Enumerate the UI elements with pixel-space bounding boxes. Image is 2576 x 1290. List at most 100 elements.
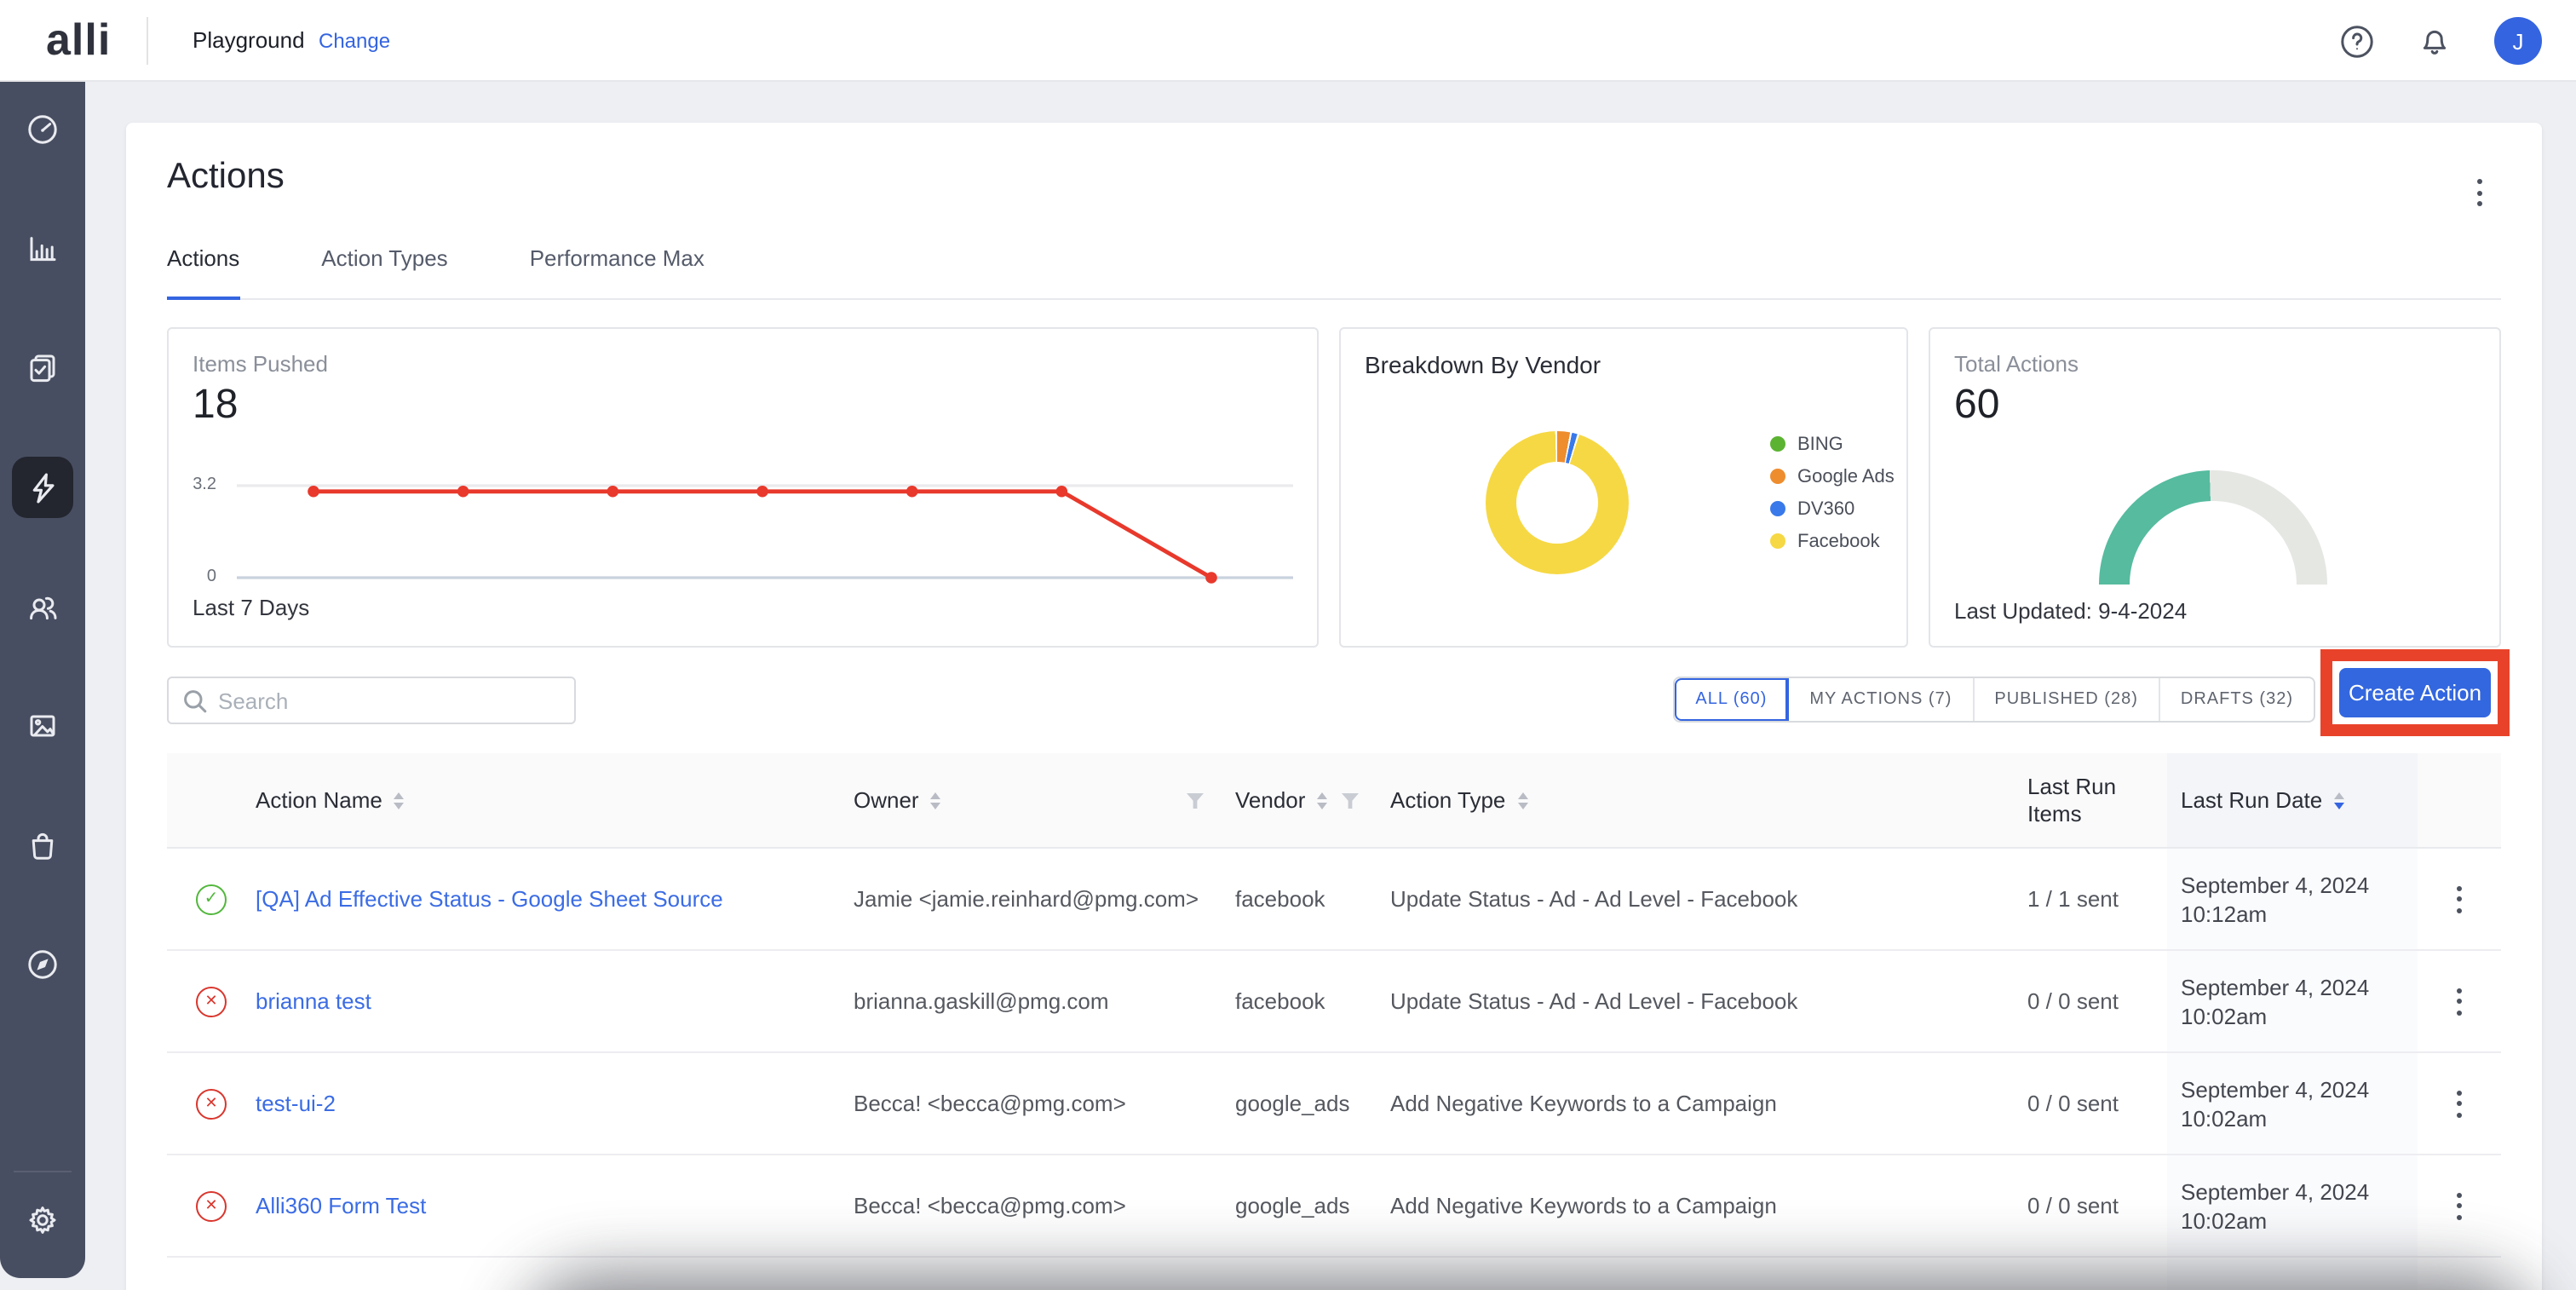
legend-item-bing: BING: [1770, 435, 1895, 453]
vendor-cell: google_ads: [1225, 1053, 1380, 1154]
vendor-legend: BING Google Ads DV360 Facebook: [1770, 435, 1895, 550]
search-input[interactable]: [218, 688, 542, 713]
error-status-icon: ✕: [196, 1088, 227, 1119]
sidebar-item-media[interactable]: [12, 695, 73, 757]
vendor-breakdown-card: Breakdown By Vendor BING Google Ads: [1339, 327, 1908, 648]
column-action-name[interactable]: Action Name: [256, 753, 843, 847]
help-icon[interactable]: [2337, 22, 2375, 60]
items-pushed-line-chart: [179, 458, 1303, 605]
tab-performance-max[interactable]: Performance Max: [530, 245, 704, 298]
items-pushed-label: Items Pushed: [193, 351, 328, 377]
search-icon: [182, 688, 208, 713]
sort-icon[interactable]: [1517, 792, 1527, 809]
table-body: ✓ [QA] Ad Effective Status - Google Shee…: [167, 849, 2501, 1290]
audiences-users-icon: [26, 590, 60, 624]
dv360-legend-dot: [1770, 501, 1785, 516]
filter-drafts[interactable]: DRAFTS (32): [2160, 678, 2314, 721]
marketplace-bag-icon: [26, 828, 60, 862]
column-action-type[interactable]: Action Type: [1380, 753, 2022, 847]
total-actions-footer: Last Updated: 9-4-2024: [1954, 598, 2187, 624]
last-run-items-cell: 1 / 1 sent: [2022, 849, 2167, 949]
tab-bar: Actions Action Types Performance Max: [167, 245, 2501, 300]
column-owner[interactable]: Owner: [843, 753, 1225, 847]
legend-item-facebook: Facebook: [1770, 532, 1895, 550]
filter-published[interactable]: PUBLISHED (28): [1974, 678, 2160, 721]
sidebar-item-explore[interactable]: [12, 934, 73, 995]
error-status-icon: ✕: [196, 1190, 227, 1221]
google-ads-legend-dot: [1770, 469, 1785, 484]
page-menu-kebab-icon[interactable]: [2464, 174, 2494, 211]
last-run-date-cell: September 4, 202410:12am: [2167, 849, 2418, 949]
action-name-link[interactable]: [QA] Ad Effective Status - Google Sheet …: [256, 886, 723, 912]
table-header-row: Action Name Owner Vendor: [167, 753, 2501, 849]
vendor-breakdown-title: Breakdown By Vendor: [1365, 351, 1601, 378]
vendor-cell: google_ads: [1225, 1155, 1380, 1256]
sort-icon-active-desc[interactable]: [2334, 792, 2344, 809]
sidebar-item-marketplace[interactable]: [12, 815, 73, 876]
tab-actions[interactable]: Actions: [167, 245, 239, 298]
row-menu-kebab-icon[interactable]: [2444, 880, 2475, 918]
search-box[interactable]: [167, 677, 576, 724]
owner-cell: Becca! <becca@pmg.com>: [843, 1155, 1225, 1256]
owner-cell: brianna.gaskill@pmg.com: [843, 951, 1225, 1051]
create-action-button[interactable]: Create Action: [2339, 668, 2491, 717]
row-menu-kebab-icon[interactable]: [2444, 1085, 2475, 1122]
action-type-cell: Update Status - Ad - Ad Level - Facebook: [1380, 951, 2022, 1051]
sidebar-item-settings[interactable]: [12, 1189, 73, 1251]
tab-action-types[interactable]: Action Types: [321, 245, 447, 298]
column-last-run-date[interactable]: Last Run Date: [2167, 753, 2418, 847]
filter-funnel-icon[interactable]: [1186, 792, 1205, 809]
last-run-date-cell: September 4, 202410:02am: [2167, 1053, 2418, 1154]
settings-gear-icon: [26, 1203, 60, 1237]
last-run-items-cell: 0 / 0 sent: [2022, 951, 2167, 1051]
main-content: Actions Actions Action Types Performance…: [85, 82, 2576, 1290]
sidebar-item-audiences[interactable]: [12, 576, 73, 637]
header-divider: [147, 17, 148, 65]
sidebar-item-tasks[interactable]: [12, 337, 73, 399]
action-name-link[interactable]: Alli360 Form Test: [256, 1193, 426, 1218]
stats-row: Items Pushed 18 3.2 0 Last 7 Days Breakd…: [167, 327, 2501, 648]
bing-legend-dot: [1770, 436, 1785, 452]
lightning-bolt-icon: [25, 469, 60, 505]
items-pushed-card: Items Pushed 18 3.2 0 Last 7 Days: [167, 327, 1319, 648]
column-last-run-items: Last Run Items: [2022, 753, 2167, 847]
table-row: ✕ test-ui-2 Becca! <becca@pmg.com> googl…: [167, 1053, 2501, 1155]
action-type-cell: Update Status - Ad - Ad Level - Facebook: [1380, 849, 2022, 949]
last-run-date-cell: September 4, 202410:02am: [2167, 951, 2418, 1051]
total-actions-gauge-chart: [2099, 470, 2327, 585]
legend-item-dv360: DV360: [1770, 499, 1895, 518]
row-menu-kebab-icon[interactable]: [2444, 1187, 2475, 1224]
sort-icon[interactable]: [1317, 792, 1327, 809]
vendor-donut-chart: [1486, 431, 1629, 574]
table-row: ✕ brianna test brianna.gaskill@pmg.com f…: [167, 951, 2501, 1053]
filter-funnel-icon[interactable]: [1341, 792, 1360, 809]
row-menu-kebab-icon[interactable]: [2444, 982, 2475, 1020]
app-window: alli Playground Change J: [0, 0, 2576, 1290]
user-avatar[interactable]: J: [2494, 17, 2542, 65]
total-actions-label: Total Actions: [1954, 351, 2079, 377]
sort-icon[interactable]: [394, 792, 405, 809]
sidebar-item-actions[interactable]: [12, 457, 73, 518]
action-name-link[interactable]: brianna test: [256, 988, 371, 1014]
notifications-bell-icon[interactable]: [2416, 22, 2453, 60]
sort-icon[interactable]: [931, 792, 941, 809]
sidebar-item-dashboard[interactable]: [12, 99, 73, 160]
filter-all[interactable]: ALL (60): [1675, 678, 1789, 721]
total-actions-value: 60: [1954, 382, 1999, 429]
facebook-legend-dot: [1770, 533, 1785, 549]
table-row: ✓ [QA] Ad Effective Status - Google Shee…: [167, 849, 2501, 951]
table-toolbar: ALL (60) MY ACTIONS (7) PUBLISHED (28) D…: [167, 668, 2501, 753]
top-bar: alli Playground Change J: [0, 0, 2576, 82]
change-workspace-link[interactable]: Change: [319, 29, 390, 53]
page-title: Actions: [167, 157, 285, 198]
filter-my-actions[interactable]: MY ACTIONS (7): [1789, 678, 1974, 721]
action-name-link[interactable]: test-ui-2: [256, 1091, 336, 1116]
last-run-items-cell: 0 / 0 sent: [2022, 1155, 2167, 1256]
filter-segmented-control: ALL (60) MY ACTIONS (7) PUBLISHED (28) D…: [1673, 677, 2315, 723]
sidebar-item-reports[interactable]: [12, 218, 73, 279]
workspace-label: Playground: [193, 27, 305, 53]
media-image-icon: [26, 709, 60, 743]
bar-chart-icon: [26, 232, 60, 266]
vendor-cell: facebook: [1225, 951, 1380, 1051]
column-vendor[interactable]: Vendor: [1225, 753, 1380, 847]
